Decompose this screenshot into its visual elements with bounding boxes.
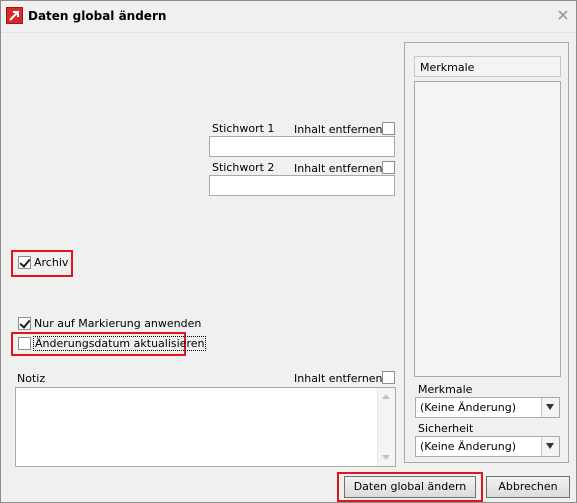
apply-button[interactable]: Daten global ändern bbox=[344, 476, 476, 498]
stichwort1-label: Stichwort 1 bbox=[212, 122, 275, 135]
sicherheit-select[interactable]: (Keine Änderung) bbox=[415, 436, 560, 457]
stichwort2-clear-checkbox[interactable] bbox=[382, 161, 395, 174]
close-icon[interactable] bbox=[556, 8, 570, 22]
aenderungsdatum-checkbox[interactable] bbox=[18, 337, 31, 350]
window-title: Daten global ändern bbox=[28, 9, 167, 23]
scroll-up-icon[interactable] bbox=[382, 394, 390, 399]
nur-markierung-label: Nur auf Markierung anwenden bbox=[34, 317, 202, 330]
sicherheit-label: Sicherheit bbox=[418, 422, 474, 435]
title-bar: Daten global ändern bbox=[1, 1, 576, 33]
stichwort1-clear-label: Inhalt entfernen bbox=[294, 123, 383, 136]
sicherheit-select-value: (Keine Änderung) bbox=[420, 440, 517, 453]
cancel-button[interactable]: Abbrechen bbox=[486, 476, 570, 498]
stichwort1-clear-checkbox[interactable] bbox=[382, 122, 395, 135]
merkmale-combo-label: Merkmale bbox=[418, 383, 473, 396]
aenderungsdatum-label: Änderungsdatum aktualisieren bbox=[33, 336, 207, 351]
chevron-down-icon[interactable] bbox=[541, 398, 559, 417]
stichwort1-input[interactable] bbox=[209, 136, 395, 157]
apply-button-label: Daten global ändern bbox=[353, 480, 467, 493]
stichwort2-clear-label: Inhalt entfernen bbox=[294, 162, 383, 175]
notiz-scrollbar[interactable] bbox=[377, 388, 395, 466]
merkmale-header-label: Merkmale bbox=[420, 61, 475, 74]
notiz-textarea[interactable] bbox=[15, 387, 396, 467]
merkmale-header: Merkmale bbox=[414, 56, 561, 77]
cancel-button-label: Abbrechen bbox=[498, 480, 558, 493]
app-icon bbox=[6, 7, 23, 24]
dialog-window: Daten global ändern Stichwort 1 Inhalt e… bbox=[0, 0, 577, 503]
stichwort2-input[interactable] bbox=[209, 175, 395, 196]
notiz-label: Notiz bbox=[17, 372, 46, 385]
merkmale-list[interactable] bbox=[414, 81, 561, 377]
archiv-label: Archiv bbox=[34, 256, 69, 269]
archiv-checkbox[interactable] bbox=[18, 256, 31, 269]
notiz-clear-label: Inhalt entfernen bbox=[294, 372, 383, 385]
chevron-down-icon[interactable] bbox=[541, 437, 559, 456]
nur-markierung-checkbox[interactable] bbox=[18, 317, 31, 330]
stichwort2-label: Stichwort 2 bbox=[212, 161, 275, 174]
notiz-clear-checkbox[interactable] bbox=[382, 371, 395, 384]
scroll-down-icon[interactable] bbox=[382, 455, 390, 460]
merkmale-select-value: (Keine Änderung) bbox=[420, 401, 517, 414]
merkmale-select[interactable]: (Keine Änderung) bbox=[415, 397, 560, 418]
